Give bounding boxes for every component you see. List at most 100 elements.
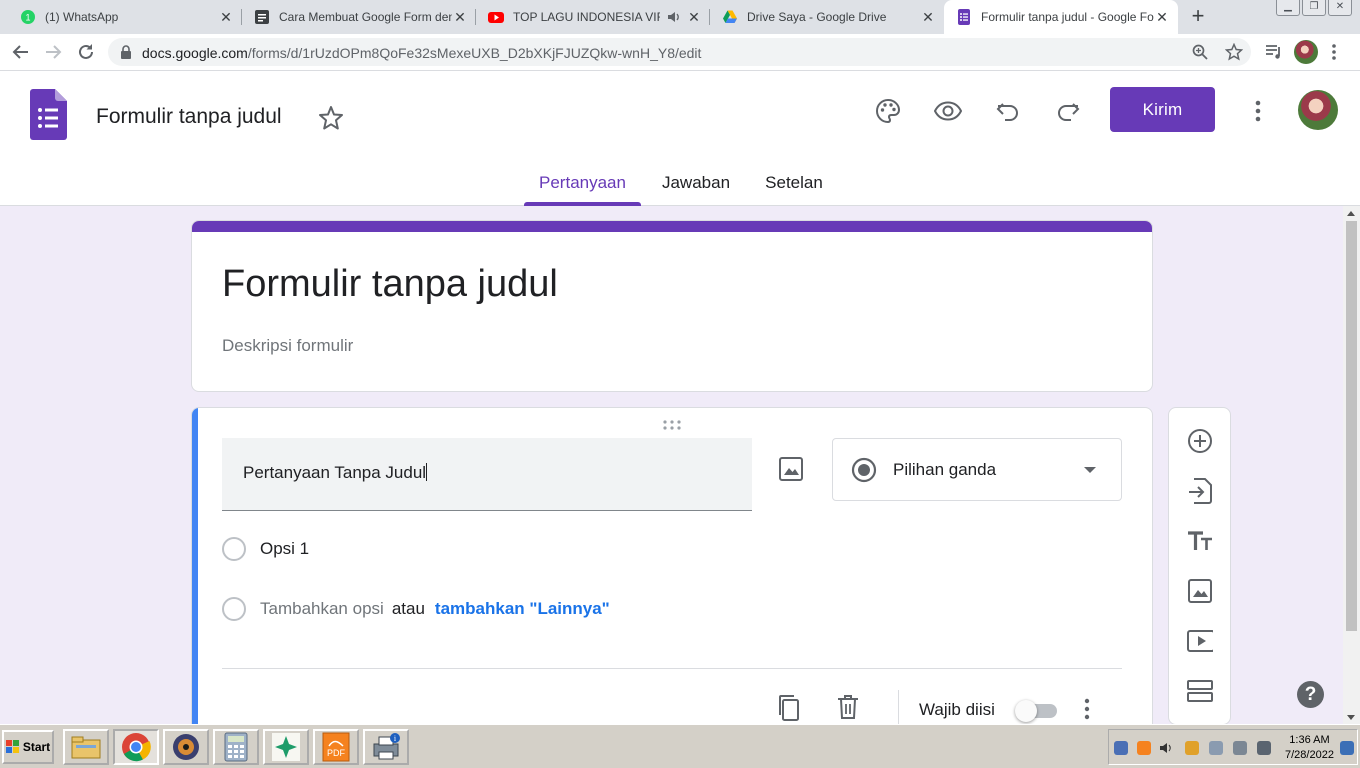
- system-clock[interactable]: 1:36 AM 7/28/2022: [1285, 733, 1334, 763]
- tray-printer-icon[interactable]: [1257, 741, 1271, 755]
- option-label[interactable]: Opsi 1: [260, 539, 309, 559]
- add-video-icon[interactable]: [1187, 628, 1213, 654]
- profile-avatar[interactable]: [1294, 40, 1318, 64]
- help-icon[interactable]: ?: [1297, 681, 1324, 708]
- radio-circle-icon: [222, 597, 246, 621]
- undo-icon[interactable]: [994, 97, 1022, 125]
- url-bar[interactable]: docs.google.com/forms/d/1rUzdOPm8QoFe32s…: [108, 38, 1251, 66]
- redo-icon[interactable]: [1054, 97, 1082, 125]
- back-button[interactable]: [9, 40, 33, 64]
- add-question-icon[interactable]: [1187, 428, 1213, 454]
- tray-pdf-icon[interactable]: [1137, 741, 1151, 755]
- close-icon[interactable]: ✕: [920, 9, 936, 26]
- palette-icon[interactable]: [874, 97, 902, 125]
- tray-network-icon[interactable]: [1233, 741, 1247, 755]
- green-app-icon[interactable]: [263, 729, 309, 765]
- account-avatar[interactable]: [1298, 90, 1338, 130]
- window-close-button[interactable]: ✕: [1328, 0, 1352, 16]
- add-option-button[interactable]: Tambahkan opsi: [260, 599, 384, 619]
- zoom-icon[interactable]: [1191, 43, 1209, 61]
- pdf-icon[interactable]: PDF: [313, 729, 359, 765]
- media-player-icon[interactable]: [163, 729, 209, 765]
- system-tray: 1:36 AM 7/28/2022: [1108, 729, 1358, 765]
- docs-icon: [254, 9, 270, 25]
- lock-icon[interactable]: [120, 45, 132, 64]
- delete-icon[interactable]: [837, 694, 859, 725]
- preview-eye-icon[interactable]: [934, 97, 962, 125]
- window-controls: ▁ ❐ ✕: [1276, 0, 1352, 16]
- tray-update-icon[interactable]: [1185, 741, 1199, 755]
- speaker-icon[interactable]: [666, 9, 682, 25]
- form-description-input[interactable]: Deskripsi formulir: [222, 336, 353, 356]
- chrome-icon[interactable]: [113, 729, 159, 765]
- volume-icon[interactable]: [1159, 741, 1173, 755]
- question-card[interactable]: Pertanyaan Tanpa Judul Pilihan ganda Ops…: [191, 407, 1153, 737]
- focus-indicator: [192, 408, 198, 736]
- form-name[interactable]: Formulir tanpa judul: [96, 105, 282, 129]
- question-type-select[interactable]: Pilihan ganda: [832, 438, 1122, 501]
- tab-questions[interactable]: Pertanyaan: [524, 171, 641, 206]
- dropdown-arrow-icon: [1084, 467, 1096, 473]
- tab-responses[interactable]: Jawaban: [650, 171, 742, 206]
- drive-icon: [722, 9, 738, 25]
- minimize-button[interactable]: ▁: [1276, 0, 1300, 16]
- add-image-sidebar-icon[interactable]: [1187, 578, 1213, 604]
- question-more-icon[interactable]: [1084, 698, 1090, 725]
- tab-forms[interactable]: Formulir tanpa judul - Google Forms ✕: [944, 0, 1178, 34]
- import-questions-icon[interactable]: [1187, 478, 1213, 504]
- tab-youtube[interactable]: TOP LAGU INDONESIA VIRAL S ✕: [476, 0, 710, 34]
- add-other-link[interactable]: tambahkan "Lainnya": [435, 599, 610, 619]
- add-title-icon[interactable]: [1187, 528, 1213, 554]
- add-image-icon[interactable]: [778, 456, 804, 487]
- show-desktop-icon[interactable]: [1340, 741, 1354, 755]
- youtube-icon: [488, 9, 504, 25]
- new-tab-button[interactable]: +: [1186, 5, 1210, 29]
- close-icon[interactable]: ✕: [1154, 9, 1170, 26]
- url-text: docs.google.com/forms/d/1rUzdOPm8QoFe32s…: [142, 45, 702, 61]
- footer-divider: [222, 668, 1122, 669]
- send-button[interactable]: Kirim: [1110, 87, 1215, 132]
- add-section-icon[interactable]: [1187, 678, 1213, 704]
- required-toggle[interactable]: [1015, 700, 1061, 722]
- forward-button[interactable]: [41, 40, 65, 64]
- form-title-input[interactable]: Formulir tanpa judul: [222, 263, 558, 306]
- scroll-up-icon[interactable]: [1347, 211, 1355, 216]
- calculator-icon[interactable]: [213, 729, 259, 765]
- page-scrollbar[interactable]: [1343, 206, 1360, 724]
- file-explorer-icon[interactable]: [63, 729, 109, 765]
- tab-cara-membuat[interactable]: Cara Membuat Google Form dengan ✕: [242, 0, 476, 34]
- tab-settings[interactable]: Setelan: [752, 171, 836, 206]
- tab-whatsapp[interactable]: 1 (1) WhatsApp ✕: [8, 0, 242, 34]
- scroll-down-icon[interactable]: [1347, 715, 1355, 720]
- tray-device-icon[interactable]: [1209, 741, 1223, 755]
- tray-app-icon[interactable]: [1114, 741, 1128, 755]
- accent-bar: [192, 221, 1152, 232]
- start-button[interactable]: Start: [2, 730, 54, 764]
- windows-taskbar: Start PDF i 1:36 AM 7/28/2022: [0, 724, 1360, 768]
- close-icon[interactable]: ✕: [452, 9, 468, 26]
- forms-logo-icon[interactable]: [30, 89, 67, 145]
- more-options-icon[interactable]: [1244, 97, 1272, 125]
- reload-icon: [79, 44, 93, 59]
- question-title-input[interactable]: Pertanyaan Tanpa Judul: [222, 438, 752, 511]
- or-text: atau: [391, 599, 425, 618]
- forms-header: Formulir tanpa judul Kirim Pertanyaan Ja…: [0, 71, 1360, 206]
- duplicate-icon[interactable]: [776, 694, 800, 727]
- reload-button[interactable]: [74, 40, 98, 64]
- star-icon[interactable]: [318, 105, 344, 136]
- restore-button[interactable]: ❐: [1302, 0, 1326, 16]
- close-icon[interactable]: ✕: [218, 9, 234, 26]
- bookmark-star-icon[interactable]: [1224, 42, 1244, 61]
- media-control-icon[interactable]: [1264, 42, 1284, 67]
- close-icon[interactable]: ✕: [686, 9, 702, 26]
- radio-circle-icon: [222, 537, 246, 561]
- printer-icon[interactable]: i: [363, 729, 409, 765]
- address-toolbar: docs.google.com/forms/d/1rUzdOPm8QoFe32s…: [0, 34, 1360, 71]
- vertical-divider: [898, 690, 899, 726]
- form-tabs: Pertanyaan Jawaban Setelan: [0, 171, 1360, 206]
- tab-drive[interactable]: Drive Saya - Google Drive ✕: [710, 0, 944, 34]
- form-title-card: Formulir tanpa judul Deskripsi formulir: [191, 220, 1153, 392]
- drag-handle-icon[interactable]: [662, 418, 682, 436]
- browser-menu-icon[interactable]: [1331, 42, 1337, 67]
- scroll-thumb[interactable]: [1346, 221, 1357, 631]
